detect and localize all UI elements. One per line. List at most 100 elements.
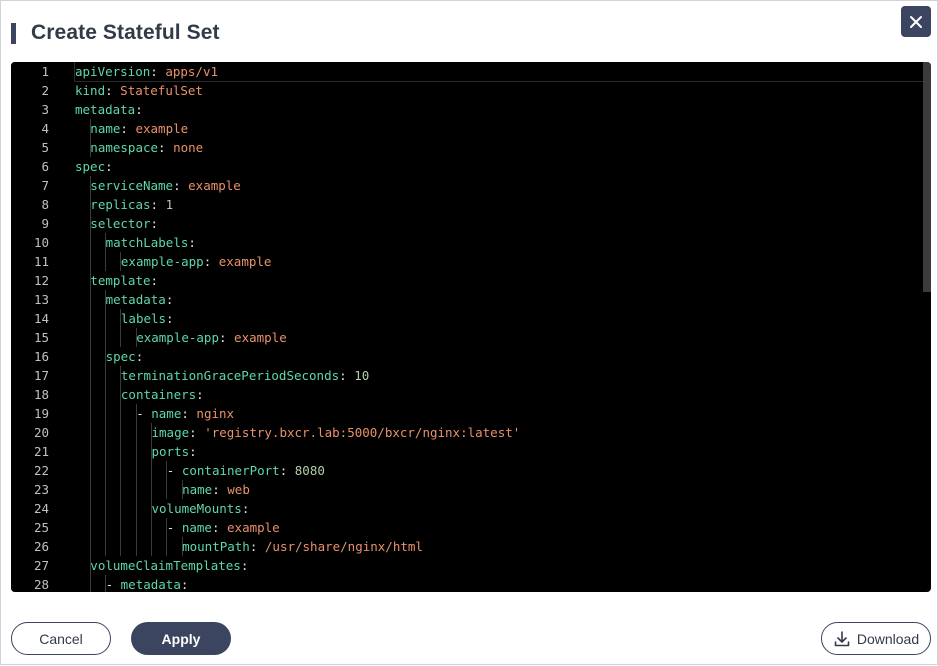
yaml-punctuation: : — [249, 539, 265, 554]
yaml-key: apiVersion — [75, 64, 151, 79]
code-line-content: name: web — [75, 480, 923, 499]
cancel-button[interactable]: Cancel — [11, 622, 111, 655]
indent-guide — [105, 442, 107, 461]
yaml-value: example — [188, 178, 241, 193]
yaml-key: volumeMounts — [151, 501, 242, 516]
code-line[interactable]: 17 terminationGracePeriodSeconds: 10 — [11, 366, 931, 385]
yaml-punctuation: : — [211, 520, 228, 535]
code-line[interactable]: 4 name: example — [11, 119, 931, 138]
indent-guide — [105, 385, 107, 404]
yaml-punctuation: : — [188, 235, 196, 250]
code-lines[interactable]: 1 apiVersion: apps/v1 2 kind: StatefulSet 3 m… — [11, 62, 931, 592]
code-line-content: spec: — [75, 347, 923, 366]
download-button[interactable]: Download — [821, 622, 931, 655]
code-line[interactable]: 1 apiVersion: apps/v1 — [11, 62, 931, 82]
yaml-punctuation: : — [165, 292, 174, 307]
code-line[interactable]: 21 ports: — [11, 442, 931, 461]
yaml-punctuation: : — [150, 64, 166, 79]
indent-guide — [89, 442, 91, 461]
code-text: kind: StatefulSet — [75, 81, 203, 100]
indent-guide — [151, 518, 152, 537]
close-button[interactable] — [901, 6, 931, 37]
indent-guide — [89, 461, 91, 480]
yaml-value: 1 — [165, 197, 174, 212]
yaml-value: example — [234, 330, 287, 345]
code-line[interactable]: 19 - name: nginx — [11, 404, 931, 423]
code-line[interactable]: 18 containers: — [11, 385, 931, 404]
indent-guide — [105, 252, 107, 271]
code-line[interactable]: 10 matchLabels: — [11, 233, 931, 252]
yaml-key: serviceName — [90, 178, 174, 193]
yaml-value: nginx — [196, 406, 235, 421]
indent-guide — [135, 480, 137, 499]
code-text: labels: — [121, 309, 174, 328]
code-line[interactable]: 13 metadata: — [11, 290, 931, 309]
line-number: 4 — [41, 121, 49, 136]
indent-guide — [89, 309, 91, 328]
code-text: terminationGracePeriodSeconds: 10 — [121, 366, 369, 385]
yaml-key: template — [90, 273, 151, 288]
line-number: 1 — [41, 64, 49, 79]
code-line[interactable]: 8 replicas: 1 — [11, 195, 931, 214]
code-line[interactable]: 5 namespace: none — [11, 138, 931, 157]
dialog-footer: Cancel Apply Download — [1, 601, 937, 666]
indent-guide — [120, 404, 122, 423]
code-line[interactable]: 12 template: — [11, 271, 931, 290]
code-line[interactable]: 27 volumeClaimTemplates: — [11, 556, 931, 575]
code-text: selector: — [90, 214, 158, 233]
code-line-content: volumeMounts: — [75, 499, 923, 518]
code-line[interactable]: 28 - metadata: — [11, 575, 931, 592]
apply-button[interactable]: Apply — [131, 622, 231, 655]
yaml-key: name — [151, 406, 182, 421]
code-line[interactable]: 11 example-app: example — [11, 252, 931, 271]
code-line[interactable]: 7 serviceName: example — [11, 176, 931, 195]
line-number: 12 — [33, 273, 49, 288]
close-icon — [910, 15, 922, 28]
code-line-content: terminationGracePeriodSeconds: 10 — [75, 366, 923, 385]
code-text: template: — [90, 271, 158, 290]
yaml-value: 'registry.bxcr.lab:5000/bxcr/nginx:lates… — [204, 425, 521, 440]
code-line[interactable]: 22 - containerPort: 8080 — [11, 461, 931, 480]
code-line[interactable]: 15 example-app: example — [11, 328, 931, 347]
line-number: 2 — [41, 83, 49, 98]
line-number: 10 — [33, 235, 49, 250]
indent-guide — [105, 423, 107, 442]
yaml-key: example-app — [120, 254, 204, 269]
code-line-content: example-app: example — [75, 252, 923, 271]
code-line[interactable]: 26 mountPath: /usr/share/nginx/html — [11, 537, 931, 556]
code-line[interactable]: 2 kind: StatefulSet — [11, 81, 931, 100]
indent-guide — [89, 537, 91, 556]
code-line[interactable]: 20 image: 'registry.bxcr.lab:5000/bxcr/ng… — [11, 423, 931, 442]
code-line[interactable]: 14 labels: — [11, 309, 931, 328]
yaml-value: /usr/share/nginx/html — [264, 539, 423, 554]
indent-guide — [135, 461, 137, 480]
code-line[interactable]: 9 selector: — [11, 214, 931, 233]
yaml-value: 10 — [354, 368, 370, 383]
code-line[interactable]: 3 metadata: — [11, 100, 931, 119]
indent-guide — [105, 328, 107, 347]
code-line[interactable]: 24 volumeMounts: — [11, 499, 931, 518]
code-text: metadata: — [75, 100, 143, 119]
line-number: 8 — [41, 197, 49, 212]
code-line[interactable]: 6 spec: — [11, 157, 931, 176]
indent-guide — [166, 480, 168, 499]
yaml-punctuation: - — [136, 406, 152, 421]
line-number: 7 — [41, 178, 49, 193]
code-text: spec: — [75, 157, 113, 176]
indent-guide — [89, 423, 91, 442]
code-line[interactable]: 23 name: web — [11, 480, 931, 499]
line-number: 27 — [33, 558, 49, 573]
yaml-key: metadata — [75, 102, 136, 117]
indent-guide — [120, 480, 122, 499]
code-line[interactable]: 16 spec: — [11, 347, 931, 366]
editor-scrollbar[interactable] — [923, 62, 931, 292]
yaml-key: containerPort — [181, 463, 280, 478]
code-line[interactable]: 25 - name: example — [11, 518, 931, 537]
line-number: 19 — [33, 406, 49, 421]
line-number: 11 — [33, 254, 49, 269]
yaml-punctuation: : — [212, 482, 228, 497]
yaml-code-editor[interactable]: 1 apiVersion: apps/v1 2 kind: StatefulSet 3 m… — [11, 62, 931, 592]
indent-guide — [120, 423, 122, 442]
yaml-key: containers — [120, 387, 197, 402]
indent-guide — [151, 461, 152, 480]
